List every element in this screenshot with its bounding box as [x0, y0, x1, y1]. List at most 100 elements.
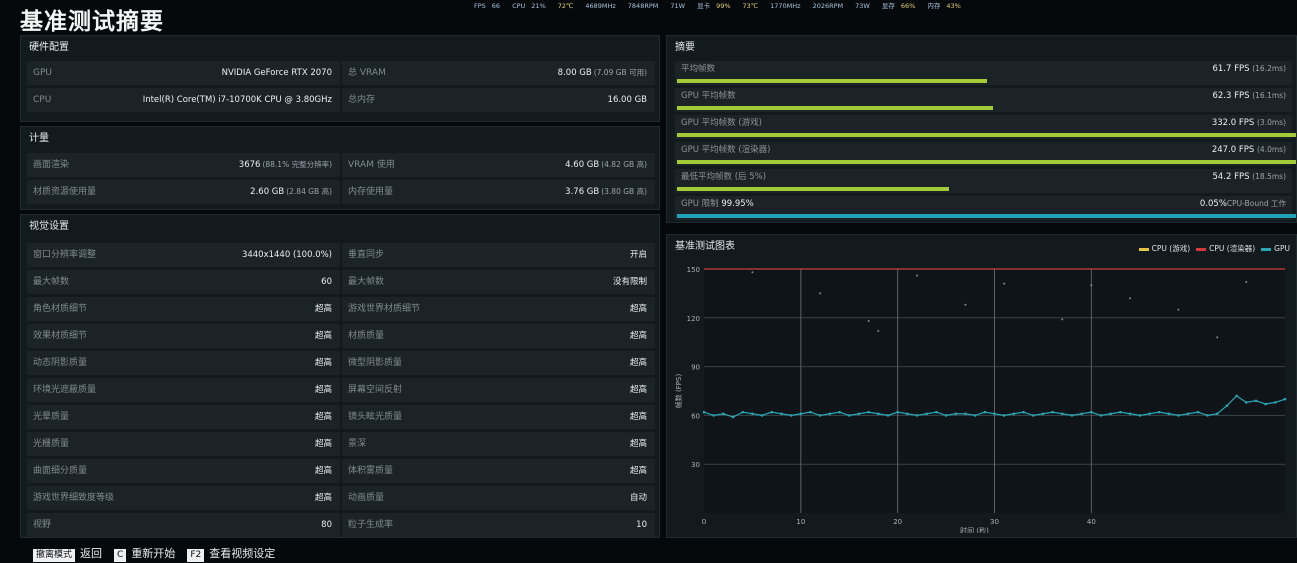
gpu-limit-bar: [677, 214, 1296, 218]
legend-item: CPU (渲染器): [1190, 244, 1255, 253]
setting-value-main: 3440x1440 (100.0%): [241, 250, 332, 260]
setting-row: 垂直同步 开启: [342, 243, 655, 267]
gpu-point: [1128, 412, 1132, 416]
legend-swatch: [1196, 247, 1207, 251]
gpu-point: [1099, 414, 1103, 417]
setting-value: 8.00 GB (7.09 GB 可用): [558, 61, 647, 85]
x-axis-label: 时间 (秒): [960, 526, 989, 533]
setting-row: VRAM 使用 4.60 GB (4.82 GB 高): [342, 153, 655, 177]
summary-label: GPU 平均帧数: [681, 91, 736, 101]
setting-value-main: 超高: [314, 412, 332, 422]
setting-row: 最大帧数 没有限制: [342, 270, 655, 294]
setting-row: 曲面细分质量 超高: [27, 459, 340, 483]
summary-value-sub: (16.1ms): [1252, 91, 1286, 100]
gpu-point: [1274, 401, 1277, 404]
legend-label: CPU (渲染器): [1209, 244, 1256, 253]
setting-value-sub: (3.80 GB 高): [601, 187, 647, 196]
overlay-stat: 2026RPM: [813, 2, 850, 10]
overlay-stat: 显卡 99%: [697, 2, 736, 10]
gpu-point: [712, 414, 715, 417]
hardware-panel-title: 硬件配置: [29, 42, 69, 53]
summary-bar: [677, 106, 993, 110]
cpu-bound-percent: 0.05%: [1199, 199, 1227, 209]
setting-row: 角色材质细节 超高: [27, 297, 340, 321]
setting-row: 总内存 16.00 GB: [342, 88, 655, 112]
setting-row: 动态阴影质量 超高: [27, 351, 340, 375]
gpu-point: [973, 414, 977, 417]
setting-value: 自动: [630, 486, 647, 510]
setting-row: 环境光遮蔽质量 超高: [27, 378, 340, 402]
gpu-point: [1157, 410, 1161, 414]
gpu-point: [780, 412, 783, 416]
overlay-stat-key: 显存: [881, 2, 895, 10]
y-tick-label: 30: [691, 461, 700, 469]
summary-label: 平均帧数: [681, 64, 716, 74]
key-hint-action[interactable]: 重新开始: [131, 547, 175, 560]
setting-value-sub: (4.82 GB 高): [601, 160, 647, 169]
setting-value: 16.00 GB: [608, 88, 647, 112]
y-tick-label: 120: [687, 315, 700, 323]
key-hint-badge: C: [114, 549, 127, 562]
setting-row: 粒子生成率 10: [342, 513, 655, 537]
metrics-panel: 计量 画面渲染 3676 (88.1% 完整分辨率) VRAM 使用 4.60 GB (4…: [20, 126, 660, 210]
y-tick-label: 150: [687, 266, 700, 274]
setting-value-main: 超高: [629, 439, 647, 449]
setting-label: 光晕质量: [33, 412, 70, 422]
gpu-point: [1138, 414, 1142, 417]
setting-label: 材质质量: [348, 331, 385, 341]
overlay-stat-value: 73W: [855, 2, 870, 10]
gpu-point: [818, 414, 822, 417]
key-hint-badge: 撤离模式: [33, 549, 76, 562]
setting-value-main: 60: [321, 277, 332, 287]
setting-label: 动画质量: [348, 493, 385, 503]
gpu-point: [935, 410, 938, 414]
gpu-limit-label: GPU 限制 99.95%: [681, 197, 754, 211]
gpu-point: [1041, 412, 1045, 416]
setting-value: 超高: [630, 432, 647, 456]
gpu-limit-label-text: GPU 限制: [681, 199, 719, 209]
gpu-point: [1090, 410, 1093, 414]
gpu-point: [1177, 414, 1180, 417]
setting-row: 窗口分辨率调整 3440x1440 (100.0%): [27, 243, 340, 267]
gpu-point: [1254, 399, 1258, 403]
setting-label: GPU: [33, 68, 52, 78]
setting-value-main: 超高: [629, 412, 647, 422]
summary-label: GPU 平均帧数 (渲染器): [681, 145, 771, 155]
setting-row: 体积雾质量 超高: [342, 459, 655, 483]
chart-legend: CPU (游戏) CPU (渲染器) GPU: [1133, 243, 1290, 254]
setting-value: 3.76 GB (3.80 GB 高): [565, 180, 647, 204]
summary-label: 最低平均帧数 (后 5%): [681, 172, 767, 182]
setting-value-main: 超高: [314, 331, 332, 341]
key-hint-badge: F2: [187, 549, 205, 562]
setting-value-main: 超高: [314, 304, 332, 314]
setting-row: 景深 超高: [342, 432, 655, 456]
overlay-stat-key: CPU: [512, 2, 526, 10]
summary-value: 332.0 FPS (3.0ms): [1212, 116, 1286, 130]
setting-row: 视野 80: [27, 513, 340, 537]
setting-row: 材质质量 超高: [342, 324, 655, 348]
gpu-point: [731, 415, 735, 419]
gpu-point: [702, 410, 706, 414]
setting-value: 开启: [630, 243, 647, 267]
setting-label: 总 VRAM: [348, 68, 386, 78]
gpu-point: [1235, 394, 1238, 398]
cpu-game-point: [867, 320, 870, 323]
setting-value: 超高: [315, 351, 332, 375]
gpu-point: [944, 414, 948, 417]
summary-panel-title: 摘要: [675, 42, 695, 53]
gpu-point: [983, 410, 987, 414]
summary-value-main: 54.2 FPS: [1212, 172, 1250, 182]
summary-value-main: 247.0 FPS: [1211, 145, 1255, 155]
key-hint-action[interactable]: 返回: [80, 547, 102, 560]
setting-label: 内存使用量: [348, 187, 394, 197]
footer-hints: 撤离模式 返回 C 重新开始 F2 查看视频设定: [33, 545, 287, 562]
gpu-point: [1264, 402, 1267, 406]
overlay-stat: 7848RPM: [628, 2, 665, 10]
x-tick-label: 20: [893, 518, 902, 526]
setting-value: 超高: [315, 486, 332, 510]
overlay-stat-key: 内存: [927, 2, 941, 10]
setting-row: 光栅质量 超高: [27, 432, 340, 456]
setting-value-main: 超高: [629, 304, 647, 314]
legend-swatch: [1261, 247, 1272, 251]
key-hint-action[interactable]: 查看视频设定: [209, 547, 275, 560]
